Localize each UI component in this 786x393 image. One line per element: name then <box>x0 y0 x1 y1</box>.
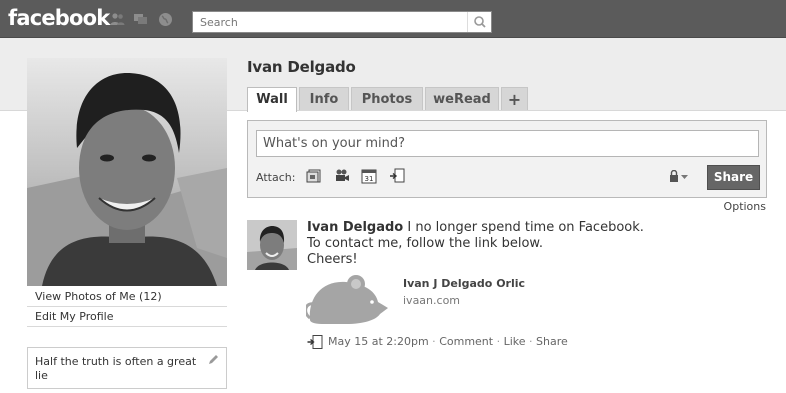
privacy-lock-icon[interactable] <box>669 170 689 182</box>
shared-link-icon <box>307 335 323 349</box>
post-timestamp[interactable]: May 15 at 2:20pm <box>328 335 429 348</box>
bio-text: Half the truth is often a great lie <box>35 355 197 382</box>
top-bar: facebook <box>0 0 786 38</box>
bio-box: Half the truth is often a great lie <box>27 347 227 389</box>
profile-name: Ivan Delgado <box>247 58 356 76</box>
search-box <box>192 11 492 33</box>
post-meta: May 15 at 2:20pm · Comment · Like · Shar… <box>328 335 568 348</box>
post-body: Ivan Delgado I no longer spend time on F… <box>307 220 747 268</box>
meta-separator: · <box>428 335 440 348</box>
comment-link[interactable]: Comment <box>439 335 493 348</box>
share-link[interactable]: Share <box>536 335 568 348</box>
post-line-3: Cheers! <box>307 252 358 267</box>
attach-label: Attach: <box>256 171 296 184</box>
magnifier-icon <box>474 16 486 28</box>
friend-requests-icon[interactable] <box>110 12 125 27</box>
add-tab-button[interactable]: + <box>501 87 528 110</box>
photo-icon[interactable] <box>306 168 322 184</box>
post-author-link[interactable]: Ivan Delgado <box>307 220 403 235</box>
post-line-2: To contact me, follow the link below. <box>307 236 543 251</box>
meta-separator: · <box>525 335 537 348</box>
share-button[interactable]: Share <box>707 165 760 190</box>
status-input[interactable] <box>256 130 759 157</box>
avatar-image <box>247 220 297 270</box>
link-title[interactable]: Ivan J Delgado Orlic <box>403 277 525 290</box>
video-icon[interactable] <box>334 168 350 184</box>
facebook-logo[interactable]: facebook <box>8 6 110 30</box>
view-photos-link[interactable]: View Photos of Me (12) <box>27 287 227 307</box>
profile-picture[interactable] <box>27 58 227 286</box>
tab-photos[interactable]: Photos <box>351 87 423 110</box>
tab-wall[interactable]: Wall <box>247 87 297 112</box>
messages-icon[interactable] <box>133 12 148 27</box>
like-link[interactable]: Like <box>504 335 526 348</box>
notifications-globe-icon[interactable] <box>158 12 173 27</box>
options-link[interactable]: Options <box>724 200 766 213</box>
link-preview-mouse-icon[interactable] <box>306 272 392 326</box>
profile-photo-image <box>27 58 227 286</box>
edit-profile-link[interactable]: Edit My Profile <box>27 307 227 327</box>
link-icon[interactable] <box>389 168 405 184</box>
tab-weread[interactable]: weRead <box>425 87 499 110</box>
meta-separator: · <box>493 335 504 348</box>
post-author-avatar[interactable] <box>247 220 297 270</box>
post-line-1: I no longer spend time on Facebook. <box>403 220 644 235</box>
link-domain: ivaan.com <box>403 294 461 307</box>
search-input[interactable] <box>193 12 465 32</box>
tab-info[interactable]: Info <box>299 87 349 110</box>
search-button[interactable] <box>467 12 491 32</box>
svg-text:31: 31 <box>365 175 374 183</box>
edit-pencil-icon[interactable] <box>208 354 219 365</box>
status-composer: Attach: 31 Share <box>247 120 767 198</box>
event-icon[interactable]: 31 <box>361 168 377 184</box>
